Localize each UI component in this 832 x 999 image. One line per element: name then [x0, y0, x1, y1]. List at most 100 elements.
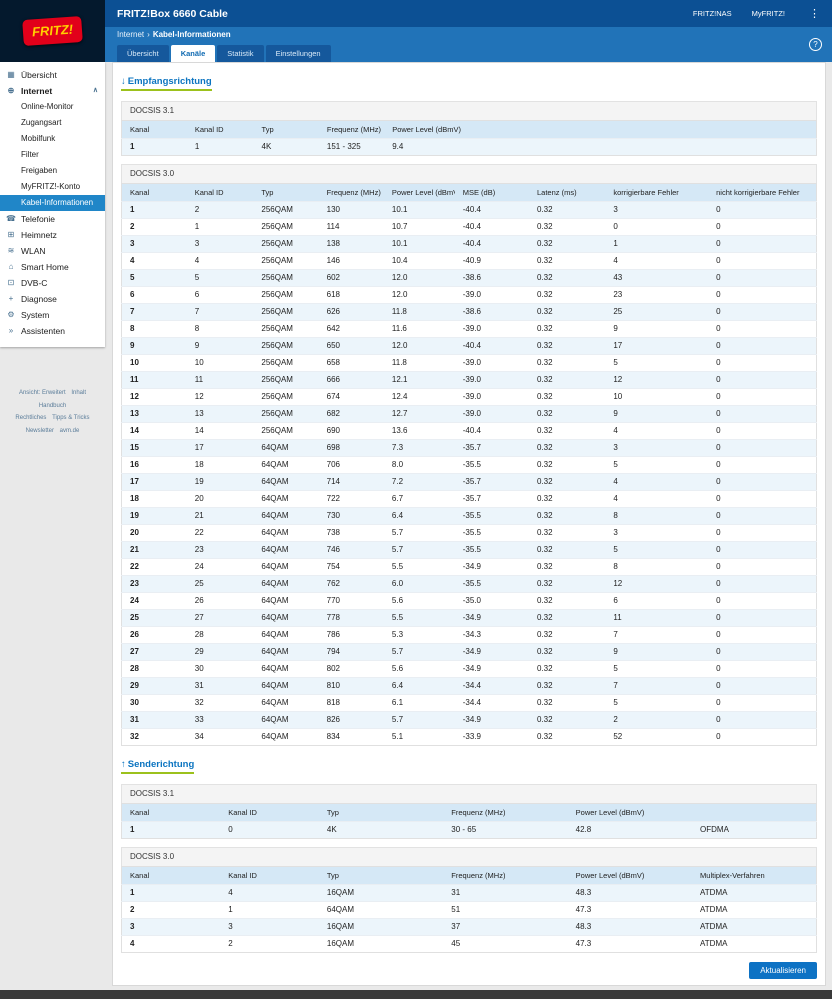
table-cell: -39.0 — [454, 286, 529, 304]
table-cell: 32 — [186, 694, 254, 712]
tab-einstellungen[interactable]: Einstellungen — [265, 45, 331, 62]
table-cell: 17 — [186, 439, 254, 457]
upload-section-title: ↑ Senderichtung — [121, 759, 195, 774]
table-cell: 602 — [318, 269, 384, 287]
myfritz-link[interactable]: MyFRITZ! — [752, 9, 785, 18]
table-cell: 0.32 — [528, 337, 606, 355]
table-cell: 22 — [186, 524, 254, 542]
tab-kanaele[interactable]: Kanäle — [170, 45, 216, 62]
down-arrow-icon: ↓ — [121, 76, 126, 87]
table-cell: 714 — [318, 473, 384, 491]
sidebar-item-heimnetz[interactable]: ⊞ Heimnetz — [0, 227, 105, 243]
table-row: 21 23 64QAM 746 5.7 -35.5 0.32 5 0 — [121, 541, 817, 559]
refresh-button[interactable]: Aktualisieren — [749, 962, 817, 979]
sidebar-item-diagnose[interactable]: + Diagnose — [0, 291, 105, 307]
footer-link-avm-de[interactable]: avm.de — [60, 428, 80, 434]
sidebar-subitem-freigaben[interactable]: Freigaben — [0, 163, 105, 179]
sidebar-item-dvb-c[interactable]: ⊡ DVB-C — [0, 275, 105, 291]
table-cell: 618 — [318, 286, 384, 304]
table-cell: 5 — [186, 269, 254, 287]
table-cell: 0.32 — [528, 524, 606, 542]
column-header: Kanal — [121, 803, 221, 822]
table-row: 13 13 256QAM 682 12.7 -39.0 0.32 9 0 — [121, 405, 817, 423]
table-cell: 0 — [708, 473, 817, 491]
table-cell: -35.5 — [454, 524, 529, 542]
table-cell: 24 — [186, 558, 254, 576]
table-cell: 21 — [186, 507, 254, 525]
table-cell: 29 — [121, 677, 187, 695]
table-header-row: Kanal Kanal ID Typ Frequenz (MHz) Power Leve… — [121, 120, 817, 139]
sidebar-subitem-filter[interactable]: Filter — [0, 147, 105, 163]
tab-uebersicht[interactable]: Übersicht — [117, 45, 169, 62]
table-cell: 64QAM — [253, 711, 319, 729]
sidebar-subitem-myfritz-konto[interactable]: MyFRITZ!-Konto — [0, 179, 105, 195]
breadcrumb-separator: › — [147, 30, 150, 39]
table-cell: ATDMA — [692, 901, 817, 919]
footer-link-rechtliches[interactable]: Rechtliches — [15, 415, 46, 421]
breadcrumb-section[interactable]: Internet — [117, 30, 144, 39]
sidebar-subitem-online-monitor[interactable]: Online-Monitor — [0, 99, 105, 115]
sidebar-item-system[interactable]: ⚙ System — [0, 307, 105, 323]
download-section-title-text: Empfangsrichtung — [127, 76, 212, 87]
table-cell: 12.4 — [383, 388, 455, 406]
table-cell: -40.4 — [454, 337, 529, 355]
menu-dots-icon[interactable]: ⋮ — [809, 7, 820, 20]
sidebar-item-internet[interactable]: ⊕ Internet ∧ — [0, 83, 105, 99]
navbar: Internet › Kabel-Informationen Übersicht K… — [105, 27, 832, 62]
table-cell: 1 — [121, 201, 187, 219]
table-cell: 0 — [708, 592, 817, 610]
diagnose-icon: + — [8, 294, 14, 303]
column-header: Frequenz (MHz) — [318, 120, 385, 139]
table-cell: 0 — [708, 643, 817, 661]
table-cell: 64QAM — [253, 643, 319, 661]
upload-docsis30-label: DOCSIS 3.0 — [121, 847, 817, 866]
table-cell: 1 — [605, 235, 709, 253]
table-cell: 0.32 — [528, 490, 606, 508]
table-cell: 4 — [220, 884, 319, 902]
column-header: Kanal — [121, 120, 187, 139]
sidebar-item-telefonie[interactable]: ☎ Telefonie — [0, 211, 105, 227]
column-header: Kanal — [121, 866, 221, 885]
table-cell: -39.0 — [454, 405, 529, 423]
table-cell: 0.32 — [528, 643, 606, 661]
sidebar-subitem-zugangsart[interactable]: Zugangsart — [0, 115, 105, 131]
fritz-logo[interactable]: FRITZ! — [0, 0, 105, 62]
table-cell: 23 — [186, 541, 254, 559]
table-row: 22 24 64QAM 754 5.5 -34.9 0.32 8 0 — [121, 558, 817, 576]
sidebar-column: ▦ Übersicht ⊕ Internet ∧ Online-Monitor … — [0, 62, 105, 437]
upload-section-title-text: Senderichtung — [127, 759, 195, 770]
table-cell: 14 — [121, 422, 187, 440]
column-header: Kanal ID — [220, 866, 319, 885]
table-cell: 4 — [605, 490, 709, 508]
smart-home-icon: ⌂ — [8, 262, 14, 271]
footer-link-ansicht-erweitert[interactable]: Ansicht: Erweitert — [19, 390, 66, 396]
page-footer-bar — [0, 990, 832, 999]
footer-link-inhalt[interactable]: Inhalt — [71, 390, 86, 396]
footer-link-handbuch[interactable]: Handbuch — [39, 403, 66, 409]
table-cell: -40.4 — [454, 218, 529, 236]
sidebar-footer: Ansicht: Erweitert Inhalt Handbuch Recht… — [0, 387, 105, 437]
sidebar-subitem-kabel-informationen[interactable]: Kabel-Informationen — [0, 195, 105, 211]
table-row: 10 10 256QAM 658 11.8 -39.0 0.32 5 0 — [121, 354, 817, 372]
column-header: MSE (dB) — [454, 183, 529, 202]
column-header: Frequenz (MHz) — [443, 803, 568, 822]
sidebar-item-wlan[interactable]: ≋ WLAN — [0, 243, 105, 259]
table-cell: 5.7 — [383, 524, 455, 542]
sidebar-subitem-mobilfunk[interactable]: Mobilfunk — [0, 131, 105, 147]
page: FRITZ! FRITZ!Box 6660 Cable FRITZ!NAS My… — [0, 0, 832, 999]
table-cell: 0 — [708, 558, 817, 576]
sidebar-item-uebersicht[interactable]: ▦ Übersicht — [0, 67, 105, 83]
sidebar-item-assistenten[interactable]: » Assistenten — [0, 323, 105, 339]
table-cell: 0 — [708, 626, 817, 644]
footer-link-newsletter[interactable]: Newsletter — [26, 428, 54, 434]
sidebar-item-label: Diagnose — [21, 294, 57, 304]
table-cell: 64QAM — [318, 901, 444, 919]
tab-statistik[interactable]: Statistik — [217, 45, 264, 62]
chevron-up-icon[interactable]: ∧ — [93, 87, 98, 95]
table-cell: 0 — [708, 252, 817, 270]
table-cell: 4 — [605, 473, 709, 491]
help-icon[interactable]: ? — [809, 38, 822, 51]
fritznas-link[interactable]: FRITZ!NAS — [693, 9, 732, 18]
sidebar-item-smart-home[interactable]: ⌂ Smart Home — [0, 259, 105, 275]
footer-link-tipps-tricks[interactable]: Tipps & Tricks — [52, 415, 89, 421]
